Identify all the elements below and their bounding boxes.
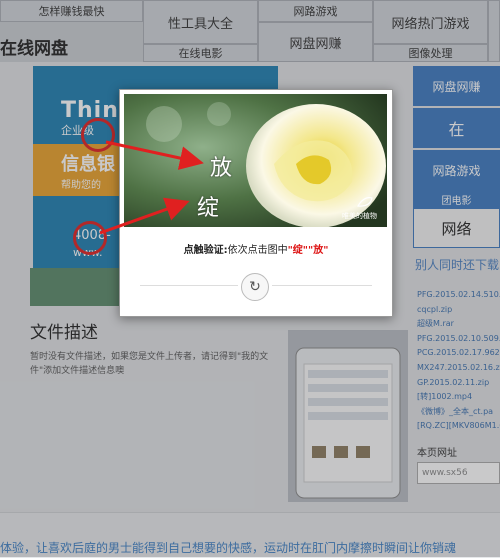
refresh-button[interactable]: ↻: [241, 273, 269, 301]
captcha-image[interactable]: 放 绽 唯美的植物: [124, 94, 387, 227]
captcha-prompt-prefix: 点触验证:: [183, 245, 228, 256]
divider: [140, 285, 238, 286]
captcha-char[interactable]: 放: [210, 150, 232, 182]
captcha-dialog: 放 绽 唯美的植物 点触验证:依次点击图中"绽""放" ↻: [119, 89, 393, 317]
captcha-char[interactable]: 绽: [197, 190, 219, 222]
flower-photo: [124, 94, 387, 227]
captcha-target-1: "绽": [287, 245, 308, 256]
captcha-prompt: 点触验证:依次点击图中"绽""放": [120, 241, 392, 256]
photo-caption: 唯美的植物: [342, 212, 377, 220]
captcha-target-2: "放": [308, 245, 329, 256]
divider: [272, 285, 372, 286]
refresh-icon: ↻: [249, 279, 261, 295]
captcha-prompt-text: 依次点击图中: [227, 245, 288, 256]
